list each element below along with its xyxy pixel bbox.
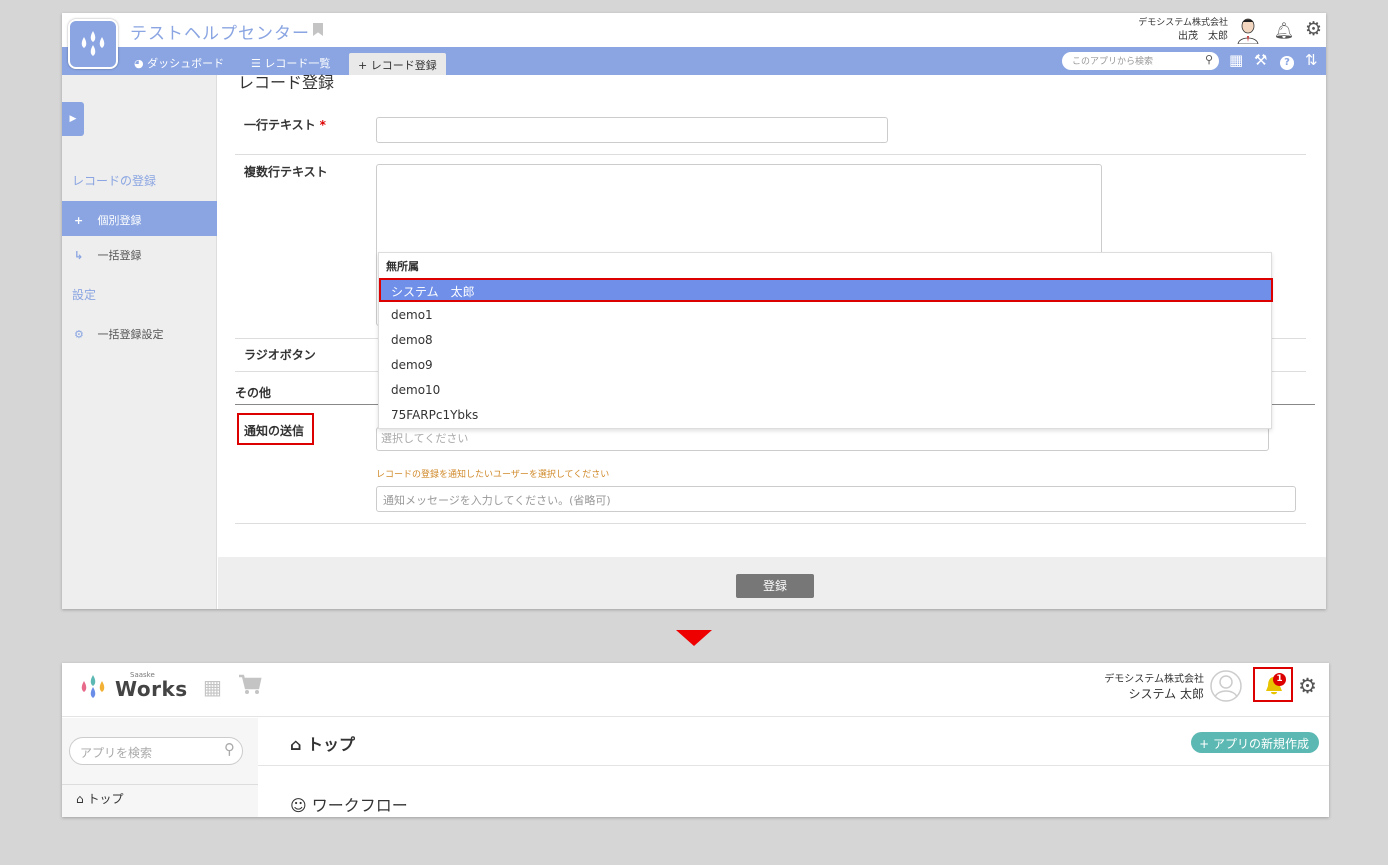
app-search-placeholder: このアプリから検索 [1072, 57, 1154, 67]
highlight-box [1253, 667, 1293, 702]
app-title: テストヘルプセンター [130, 24, 310, 44]
gear-icon: ⚙︎ [74, 328, 84, 341]
page-title: ⌂ トップ [290, 731, 355, 755]
qr-code-icon[interactable]: ▦ [1229, 51, 1243, 69]
sidebar-item-bulk[interactable]: ↳ 一括登録 [62, 236, 217, 271]
sidebar-item-top[interactable]: ⌂ トップ [76, 790, 123, 807]
app-search-input[interactable]: アプリを検索 ⚲ [69, 737, 243, 765]
highlight-box [237, 413, 314, 445]
workflow-section-label: ワークフロー [311, 796, 408, 815]
tab-record-register-label: レコード登録 [370, 59, 437, 72]
help-icon[interactable]: ? [1280, 51, 1294, 70]
sidebar-item-individual[interactable]: + 個別登録 [62, 201, 217, 236]
search-icon: ⚲ [224, 740, 235, 758]
highlight-box [379, 278, 1273, 302]
dropdown-option[interactable]: demo1 [379, 304, 1271, 326]
single-line-label-text: 一行テキスト [244, 118, 316, 132]
file-import-icon: ↳ [74, 249, 84, 262]
top-page-screen: Saaske Works ▦ デモシステム株式会社 システム 太郎 1 ⚙︎ ア… [62, 663, 1329, 817]
cart-icon[interactable] [238, 674, 262, 696]
sidebar-item-top-label: トップ [87, 792, 124, 806]
plus-icon: + [1199, 737, 1210, 751]
notify-select-placeholder: 選択してください [381, 432, 469, 445]
user-name: システム 太郎 [1128, 687, 1204, 701]
company-name: デモシステム株式会社 [1138, 18, 1228, 28]
dropdown-option[interactable]: demo10 [379, 379, 1271, 401]
sidebar-toggle-button[interactable]: ▶ [62, 102, 84, 136]
radio-label: ラジオボタン [244, 348, 316, 362]
plus-icon: + [358, 59, 368, 72]
page-title: レコード登録 [238, 73, 335, 92]
single-line-label: 一行テキスト * [244, 116, 326, 133]
notify-message-placeholder: 通知メッセージを入力してください。(省略可) [383, 494, 611, 507]
user-name: 出茂 太郎 [1178, 31, 1228, 42]
user-check-icon: ☺ [290, 796, 307, 815]
down-arrow-icon [676, 630, 712, 646]
home-icon: ⌂ [76, 792, 84, 806]
sidebar-item-bulk-settings[interactable]: ⚙︎ 一括登録設定 [62, 315, 217, 350]
gear-icon[interactable]: ⚙︎ [1298, 674, 1317, 698]
multi-line-label: 複数行テキスト [244, 165, 328, 179]
user-info: デモシステム株式会社 出茂 太郎 [1138, 16, 1228, 44]
portal-header: Saaske Works ▦ デモシステム株式会社 システム 太郎 1 ⚙︎ [62, 663, 1329, 717]
divider [258, 765, 1329, 766]
form-footer: 登録 [218, 557, 1326, 609]
dropdown-option[interactable]: demo8 [379, 329, 1271, 351]
tab-dashboard-label: ダッシュボード [147, 57, 225, 70]
plus-icon: + [74, 214, 84, 227]
workflow-section-title: ☺ ワークフロー [290, 792, 408, 816]
notify-user-select[interactable]: 選択してください [376, 427, 1269, 451]
single-line-input[interactable] [376, 117, 888, 143]
app-header: テストヘルプセンター デモシステム株式会社 出茂 太郎 🔔︎ ⚙︎ [62, 13, 1326, 69]
tools-icon[interactable]: ⚒ [1254, 51, 1267, 69]
sidebar: アプリを検索 ⚲ ⌂ トップ [62, 718, 258, 817]
gear-icon[interactable]: ⚙︎ [1305, 18, 1322, 40]
dashboard-icon: ◕ [134, 57, 144, 70]
dropdown-option[interactable]: 75FARPc1Ybks [379, 404, 1271, 426]
home-icon: ⌂ [290, 735, 302, 754]
app-logo-icon[interactable] [68, 19, 118, 69]
new-app-button-label: アプリの新規作成 [1212, 737, 1309, 751]
company-name: デモシステム株式会社 [1104, 674, 1204, 685]
app-grid-icon[interactable]: ▦ [203, 675, 222, 699]
search-icon: ⚲ [1204, 53, 1213, 66]
dropdown-group-label: 無所属 [386, 260, 419, 273]
switch-icon[interactable]: ⇅ [1305, 51, 1318, 69]
required-mark: * [319, 118, 326, 132]
other-section-label: その他 [235, 386, 272, 400]
logo-text: Works [115, 677, 188, 701]
user-avatar-icon[interactable] [1210, 670, 1242, 702]
bell-icon[interactable]: 🔔︎ [1274, 21, 1294, 40]
app-search-input[interactable]: このアプリから検索 ⚲ [1062, 52, 1219, 70]
bookmark-icon[interactable] [313, 23, 323, 36]
tab-record-register[interactable]: + レコード登録 [349, 53, 446, 75]
sidebar-item-individual-label: 個別登録 [97, 214, 142, 227]
user-avatar-icon[interactable] [1236, 16, 1260, 44]
sidebar-item-bulk-label: 一括登録 [97, 249, 142, 262]
divider [235, 154, 1306, 155]
sidebar-section-register: レコードの登録 [72, 174, 157, 188]
sidebar: ▶ レコードの登録 + 個別登録 ↳ 一括登録 設定 ⚙︎ 一括登録設定 [62, 75, 217, 609]
main-content: ⌂ トップ + アプリの新規作成 ☺ ワークフロー [258, 718, 1329, 817]
tab-dashboard[interactable]: ◕ ダッシュボード [134, 55, 224, 71]
notify-message-input[interactable]: 通知メッセージを入力してください。(省略可) [376, 486, 1296, 512]
new-app-button[interactable]: + アプリの新規作成 [1191, 732, 1319, 753]
user-dropdown: 無所属 システム 太郎 demo1 demo8 demo9 demo10 75F… [378, 252, 1273, 429]
submit-button[interactable]: 登録 [736, 574, 814, 598]
notify-hint: レコードの登録を通知したいユーザーを選択してください [376, 470, 610, 480]
app-search-placeholder: アプリを検索 [80, 746, 153, 760]
sidebar-item-bulk-settings-label: 一括登録設定 [97, 328, 164, 341]
record-register-screen: テストヘルプセンター デモシステム株式会社 出茂 太郎 🔔︎ ⚙︎ ◕ ダッシュ… [62, 13, 1326, 609]
user-info: デモシステム株式会社 システム 太郎 [1104, 673, 1204, 701]
divider [235, 523, 1306, 524]
divider [62, 784, 258, 785]
dropdown-option[interactable]: demo9 [379, 354, 1271, 376]
page-title-text: トップ [307, 735, 356, 754]
sidebar-section-settings: 設定 [72, 288, 97, 302]
works-logo-icon[interactable] [76, 673, 110, 699]
